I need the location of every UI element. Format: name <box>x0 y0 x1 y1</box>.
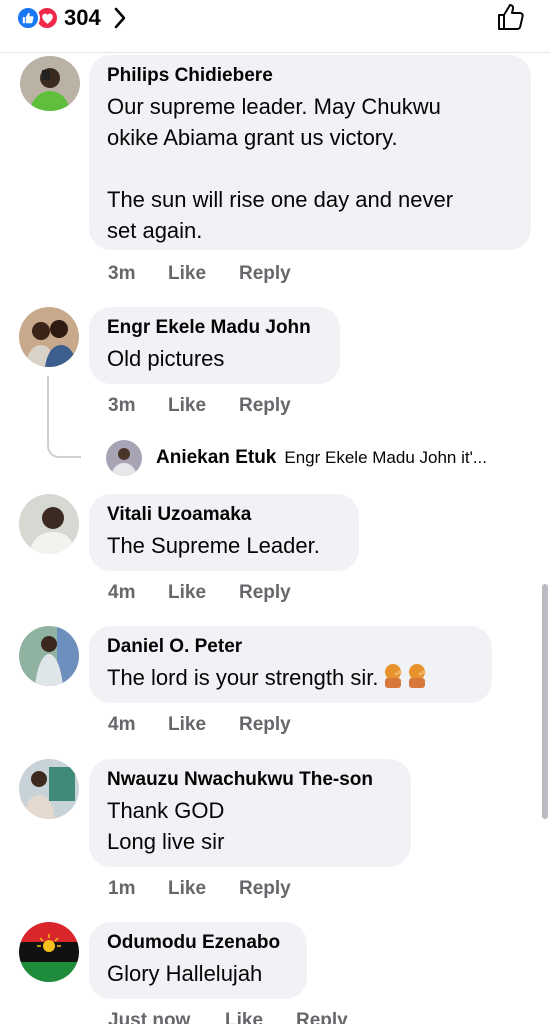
thumbs-up-outline-icon <box>495 1 527 38</box>
comment-bubble[interactable]: Philips Chidiebere Our supreme leader. M… <box>89 55 531 250</box>
comment-time[interactable]: Just now <box>108 1010 225 1024</box>
comment-like-button[interactable]: Like <box>168 582 239 604</box>
scrollbar[interactable] <box>542 584 548 819</box>
comment-actions: 3m Like Reply <box>108 395 291 417</box>
comment-actions: 4m Like Reply <box>108 714 291 736</box>
comment-text: The lord is your strength sir. <box>107 662 474 696</box>
comment-bubble[interactable]: Engr Ekele Madu John Old pictures <box>89 307 340 384</box>
comment-actions: 3m Like Reply <box>108 263 291 285</box>
comment-time[interactable]: 4m <box>108 714 168 736</box>
reply-text: Engr Ekele Madu John it'... <box>284 448 488 467</box>
comment-like-button[interactable]: Like <box>168 878 239 900</box>
avatar[interactable] <box>20 56 80 111</box>
comment-reply-button[interactable]: Reply <box>239 878 291 900</box>
comment-reply-button[interactable]: Reply <box>239 263 291 285</box>
reply-thread-line <box>47 376 81 458</box>
comment-actions: 1m Like Reply <box>108 878 291 900</box>
comment-like-button[interactable]: Like <box>225 1010 296 1024</box>
comment-reply-button[interactable]: Reply <box>239 582 291 604</box>
avatar[interactable] <box>19 307 79 367</box>
comment-author[interactable]: Nwauzu Nwachukwu The-son <box>107 769 393 791</box>
comment-actions: Just now Like Reply <box>108 1010 348 1024</box>
comment-text: Our supreme leader. May Chukwu okike Abi… <box>107 94 454 243</box>
reactions-summary[interactable]: 304 <box>16 4 127 32</box>
like-post-button[interactable] <box>494 2 528 36</box>
comment-time[interactable]: 1m <box>108 878 168 900</box>
avatar[interactable] <box>19 922 79 982</box>
reply-author[interactable]: Aniekan Etuk <box>156 447 276 469</box>
comment-time[interactable]: 3m <box>108 395 168 417</box>
comment-bubble[interactable]: Odumodu Ezenabo Glory Hallelujah <box>89 922 307 999</box>
reaction-count: 304 <box>64 5 101 30</box>
comment-actions: 4m Like Reply <box>108 582 291 604</box>
like-reaction-icon <box>16 6 40 30</box>
chevron-right-icon[interactable] <box>113 6 127 30</box>
comment-author[interactable]: Engr Ekele Madu John <box>107 317 322 339</box>
comment-author[interactable]: Odumodu Ezenabo <box>107 932 289 954</box>
comment-text: Old pictures <box>107 346 225 371</box>
comment-bubble[interactable]: Daniel O. Peter The lord is your strengt… <box>89 626 492 703</box>
comment-bubble[interactable]: Vitali Uzoamaka The Supreme Leader. <box>89 494 359 571</box>
comment-text: The Supreme Leader. <box>107 533 320 558</box>
comment-like-button[interactable]: Like <box>168 714 239 736</box>
avatar[interactable] <box>19 759 79 819</box>
comment-author[interactable]: Philips Chidiebere <box>107 65 513 87</box>
avatar[interactable] <box>106 440 142 476</box>
avatar[interactable] <box>19 494 79 554</box>
comment-text: Thank GOD Long live sir <box>107 798 225 854</box>
comment-like-button[interactable]: Like <box>168 395 239 417</box>
comment-bubble[interactable]: Nwauzu Nwachukwu The-son Thank GOD Long … <box>89 759 411 867</box>
reply-preview[interactable]: Aniekan Etuk Engr Ekele Madu John it'... <box>106 440 487 476</box>
comment-reply-button[interactable]: Reply <box>239 395 291 417</box>
comment-reply-button[interactable]: Reply <box>239 714 291 736</box>
comment-author[interactable]: Vitali Uzoamaka <box>107 504 341 526</box>
reactions-header: 304 <box>0 0 550 53</box>
comment-text: Glory Hallelujah <box>107 961 263 986</box>
comment-time[interactable]: 4m <box>108 582 168 604</box>
avatar[interactable] <box>19 626 79 686</box>
comment-like-button[interactable]: Like <box>168 263 239 285</box>
comment-text-value: The lord is your strength sir. <box>107 665 379 690</box>
person-facepalming-emoji <box>382 662 430 696</box>
comment-time[interactable]: 3m <box>108 263 168 285</box>
comment-reply-button[interactable]: Reply <box>296 1010 348 1024</box>
comment-author[interactable]: Daniel O. Peter <box>107 636 474 658</box>
